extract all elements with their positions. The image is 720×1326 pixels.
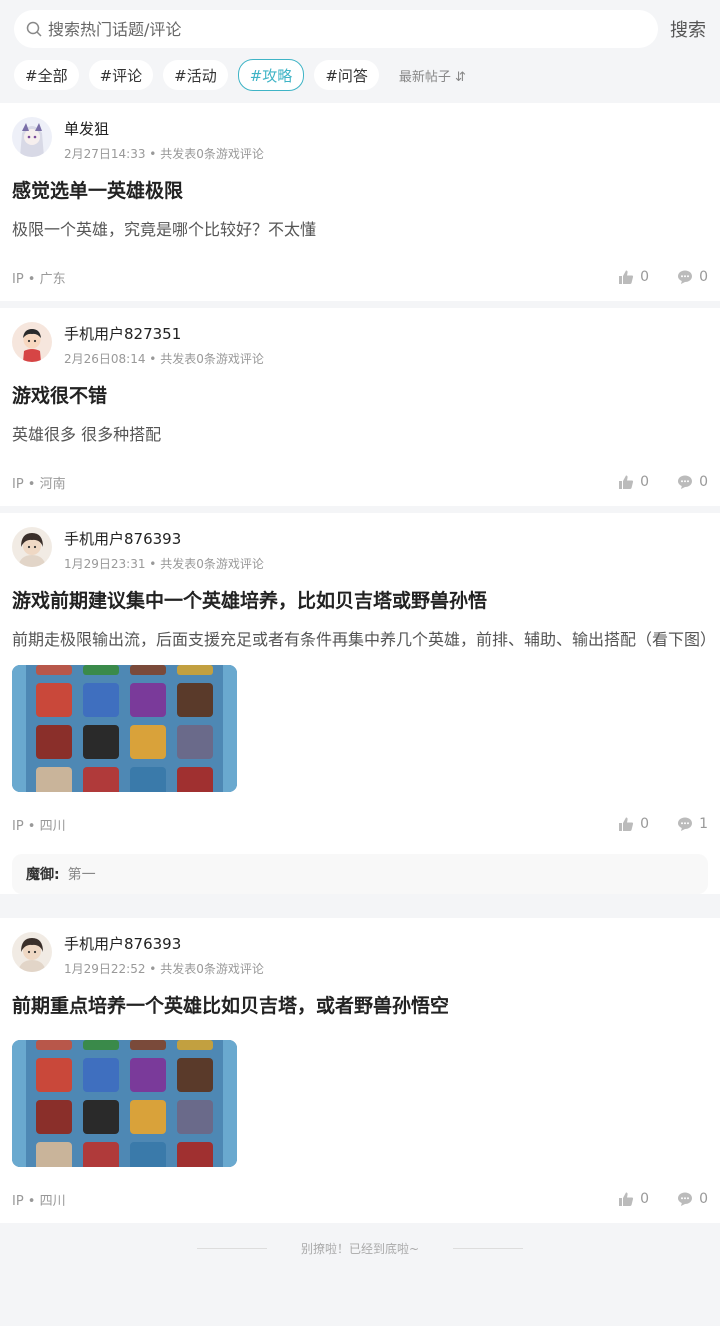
header: 搜索 #全部 #评论 #活动 #攻略 #问答 最新帖子 ⇵ <box>0 0 720 91</box>
comment-button[interactable]: 0 <box>677 269 708 285</box>
author-name[interactable]: 手机用户827351 <box>64 324 264 344</box>
post-image[interactable] <box>12 665 237 792</box>
search-input[interactable] <box>48 19 658 39</box>
reply-text: 第一 <box>67 867 96 883</box>
author-name[interactable]: 手机用户876393 <box>64 934 264 954</box>
tag-guides[interactable]: #攻略 <box>237 59 305 91</box>
like-button[interactable]: 0 <box>618 269 649 285</box>
post-author: 手机用户827351 2月26日08:14 • 共发表0条游戏评论 <box>12 322 708 370</box>
comment-icon <box>678 1192 693 1206</box>
like-count: 0 <box>640 1191 650 1207</box>
post-title[interactable]: 感觉选单一英雄极限 <box>12 177 708 205</box>
comment-icon <box>678 817 693 831</box>
author-name[interactable]: 手机用户876393 <box>64 529 264 549</box>
post-footer: IP • 广东 0 0 <box>12 253 708 301</box>
thumbs-up-icon <box>619 1192 634 1206</box>
comment-button[interactable]: 0 <box>677 1191 708 1207</box>
ip-location: IP • 广东 <box>12 271 66 287</box>
ip-location: IP • 四川 <box>12 1193 66 1209</box>
post-title[interactable]: 前期重点培养一个英雄比如贝吉塔，或者野兽孙悟空 <box>12 992 708 1020</box>
comment-count: 0 <box>699 269 708 285</box>
post-body[interactable]: 极限一个英雄，究竟是哪个比较好？不太懂 <box>12 215 708 245</box>
reply-preview[interactable]: 魔御: 第一 <box>12 854 708 894</box>
comment-icon <box>678 270 693 284</box>
post-footer: IP • 河南 0 0 <box>12 458 708 506</box>
tag-qa[interactable]: #问答 <box>314 60 379 90</box>
like-count: 0 <box>640 269 650 285</box>
comment-count: 0 <box>699 1191 708 1207</box>
comment-icon <box>678 475 693 489</box>
like-button[interactable]: 0 <box>618 474 649 490</box>
tag-events[interactable]: #活动 <box>163 60 228 90</box>
ip-location: IP • 河南 <box>12 476 66 492</box>
thumbs-up-icon <box>619 817 634 831</box>
like-count: 0 <box>640 474 650 490</box>
post-author: 手机用户876393 1月29日22:52 • 共发表0条游戏评论 <box>12 932 708 980</box>
post-card[interactable]: 手机用户876393 1月29日22:52 • 共发表0条游戏评论 前期重点培养… <box>0 918 720 1223</box>
tag-bar: #全部 #评论 #活动 #攻略 #问答 最新帖子 ⇵ <box>14 59 708 91</box>
post-title[interactable]: 游戏很不错 <box>12 382 708 410</box>
post-author: 手机用户876393 1月29日23:31 • 共发表0条游戏评论 <box>12 527 708 575</box>
post-feed: 单发狙 2月27日14:33 • 共发表0条游戏评论 感觉选单一英雄极限 极限一… <box>0 103 720 1223</box>
tag-all[interactable]: #全部 <box>14 60 79 90</box>
like-button[interactable]: 0 <box>618 1191 649 1207</box>
avatar[interactable] <box>12 322 52 362</box>
thumbs-up-icon <box>619 270 634 284</box>
comment-count: 0 <box>699 474 708 490</box>
post-card[interactable]: 手机用户827351 2月26日08:14 • 共发表0条游戏评论 游戏很不错 … <box>0 308 720 506</box>
search-box[interactable] <box>14 10 658 48</box>
comment-button[interactable]: 1 <box>677 816 708 832</box>
thumbs-up-icon <box>619 475 634 489</box>
divider <box>196 1247 267 1249</box>
post-time: 1月29日22:52 • 共发表0条游戏评论 <box>64 962 264 976</box>
search-icon <box>26 21 42 37</box>
post-time: 2月27日14:33 • 共发表0条游戏评论 <box>64 147 264 161</box>
avatar[interactable] <box>12 932 52 972</box>
avatar[interactable] <box>12 117 52 157</box>
end-of-list: 别撩啦！已经到底啦~ <box>0 1228 720 1268</box>
game-screenshot-image <box>12 1040 237 1167</box>
post-body[interactable]: 前期走极限输出流，后面支援充足或者有条件再集中养几个英雄，前排、辅助、输出搭配（… <box>12 625 716 655</box>
author-name[interactable]: 单发狙 <box>64 119 264 139</box>
post-footer: IP • 四川 0 1 <box>12 800 708 848</box>
game-screenshot-image <box>12 665 237 792</box>
post-footer: IP • 四川 0 0 <box>12 1175 708 1223</box>
post-card[interactable]: 单发狙 2月27日14:33 • 共发表0条游戏评论 感觉选单一英雄极限 极限一… <box>0 103 720 301</box>
post-author: 单发狙 2月27日14:33 • 共发表0条游戏评论 <box>12 117 708 165</box>
like-button[interactable]: 0 <box>618 816 649 832</box>
post-body[interactable]: 英雄很多 很多种搭配 <box>12 420 708 450</box>
tag-comments[interactable]: #评论 <box>88 60 154 90</box>
divider <box>453 1247 524 1249</box>
comment-button[interactable]: 0 <box>677 474 708 490</box>
post-time: 1月29日23:31 • 共发表0条游戏评论 <box>64 557 264 571</box>
like-count: 0 <box>640 816 650 832</box>
sort-dropdown[interactable]: 最新帖子 ⇵ <box>399 66 466 85</box>
reply-author: 魔御: <box>26 867 60 883</box>
avatar[interactable] <box>12 527 52 567</box>
post-card[interactable]: 手机用户876393 1月29日23:31 • 共发表0条游戏评论 游戏前期建议… <box>0 513 720 894</box>
ip-location: IP • 四川 <box>12 818 66 834</box>
post-time: 2月26日08:14 • 共发表0条游戏评论 <box>64 352 264 366</box>
comment-count: 1 <box>699 816 708 832</box>
post-title[interactable]: 游戏前期建议集中一个英雄培养，比如贝吉塔或野兽孙悟 <box>12 587 708 615</box>
search-button[interactable]: 搜索 <box>670 16 706 42</box>
search-row: 搜索 <box>14 10 708 48</box>
end-text: 别撩啦！已经到底啦~ <box>300 1241 420 1256</box>
post-image[interactable] <box>12 1040 237 1167</box>
